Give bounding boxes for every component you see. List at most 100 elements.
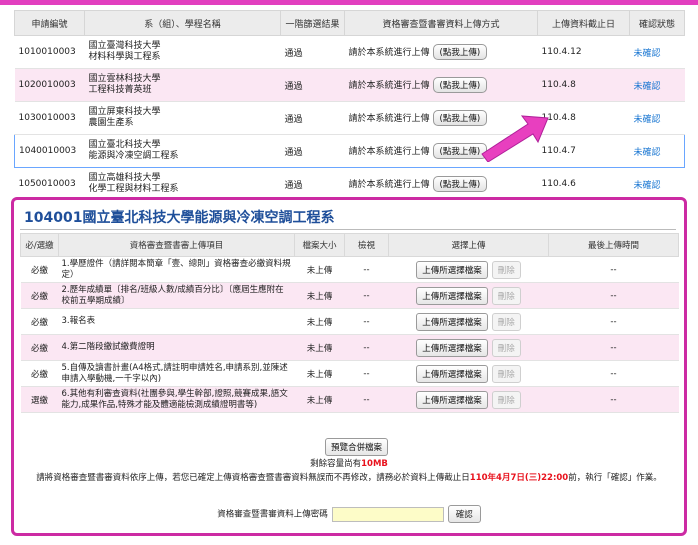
table-row: 必繳 5.自傳及讀書計畫(A4格式,請註明申請姓名,申請系別,並陳述申請入學動機… <box>20 360 679 387</box>
required-flag: 必繳 <box>20 334 59 361</box>
upload-method-cell: 請於本系統進行上傳 (點我上傳) <box>344 167 538 201</box>
col-header-method: 資格審查暨書審資料上傳方式 <box>344 10 538 36</box>
department-cell: 國立屏東科技大學 農園生產系 <box>84 101 281 135</box>
department-name: 材料科學與工程系 <box>88 52 161 62</box>
required-flag: 選繳 <box>20 386 59 413</box>
file-size: 未上傳 <box>294 308 345 335</box>
notice-text-b: 前，執行「確認」作業。 <box>568 473 662 483</box>
upload-method-text: 請於本系統進行上傳 <box>348 114 430 124</box>
upload-selected-file-button[interactable]: 上傳所選擇檔案 <box>416 286 488 305</box>
table-row-selected: 1040010003 國立臺北科技大學 能源與冷凍空調工程系 通過 請於本系統進行… <box>14 134 685 168</box>
application-id: 1010010003 <box>14 35 85 69</box>
upload-actions: 上傳所選擇檔案 刪除 <box>388 308 549 335</box>
remaining-capacity-label: 剩餘容量尚有 <box>310 459 362 469</box>
status-badge: 未確認 <box>629 134 685 168</box>
screening-result: 通過 <box>280 35 345 69</box>
panel-title: 104001國立臺北科技大學能源與冷凍空調工程系 <box>24 210 335 226</box>
upload-password-input[interactable] <box>331 506 444 522</box>
upload-link-button[interactable]: (點我上傳) <box>432 176 488 192</box>
last-upload-time: -- <box>548 334 679 361</box>
required-flag: 必繳 <box>20 308 59 335</box>
documents-header-row: 必/選繳 資格審查暨書審上傳項目 檔案大小 檢視 選擇上傳 最後上傳時間 <box>20 233 679 257</box>
screening-result: 通過 <box>280 101 345 135</box>
remaining-capacity-value: 10MB <box>361 459 388 469</box>
deadline: 110.4.8 <box>537 68 630 102</box>
upload-method-text: 請於本系統進行上傳 <box>348 147 430 157</box>
notice-deadline: 110年4月7日(三)22:00 <box>469 473 569 483</box>
screening-result: 通過 <box>280 167 345 201</box>
table-row: 1050010003 國立高雄科技大學 化學工程與材料工程系 通過 請於本系統進行… <box>14 167 685 201</box>
upload-selected-file-button[interactable]: 上傳所選擇檔案 <box>416 338 488 357</box>
upload-selected-file-button[interactable]: 上傳所選擇檔案 <box>416 260 488 279</box>
upload-selected-file-button[interactable]: 上傳所選擇檔案 <box>416 364 488 383</box>
required-flag: 必繳 <box>20 360 59 387</box>
deadline: 110.4.7 <box>537 134 630 168</box>
document-item: 5.自傳及讀書計畫(A4格式,請註明申請姓名,申請系別,並陳述申請入學動機,一千… <box>58 360 295 387</box>
view-cell: -- <box>344 334 389 361</box>
last-upload-time: -- <box>548 386 679 413</box>
view-cell: -- <box>344 308 389 335</box>
col-header-dept: 系（組）、學程名稱 <box>84 10 281 36</box>
application-id: 1030010003 <box>14 101 85 135</box>
upload-selected-file-button[interactable]: 上傳所選擇檔案 <box>416 390 488 409</box>
col-header-size: 檔案大小 <box>294 233 345 257</box>
department-cell: 國立高雄科技大學 化學工程與材料工程系 <box>84 167 281 201</box>
table-row: 必繳 1.學歷證件（請詳閱本簡章「壹、總則」資格審查必繳資料規定） 未上傳 --… <box>20 256 679 283</box>
table-row: 1010010003 國立臺灣科技大學 材料科學與工程系 通過 請於本系統進行上傳… <box>14 35 685 69</box>
department-cell: 國立臺北科技大學 能源與冷凍空調工程系 <box>84 134 281 168</box>
col-header-id: 申請編號 <box>14 10 85 36</box>
school-name: 國立高雄科技大學 <box>88 173 161 183</box>
department-name: 工程科技菁英班 <box>88 85 152 95</box>
required-flag: 必繳 <box>20 282 59 309</box>
last-upload-time: -- <box>548 360 679 387</box>
table-row: 選繳 6.其他有利審查資料(社團參與,學生幹部,證照,競賽成果,語文能力,成果作… <box>20 386 679 413</box>
screening-result: 通過 <box>280 68 345 102</box>
department-cell: 國立臺灣科技大學 材料科學與工程系 <box>84 35 281 69</box>
last-upload-time: -- <box>548 308 679 335</box>
upload-method-cell: 請於本系統進行上傳 (點我上傳) <box>344 35 538 69</box>
preview-wrapper: 預覽合併檔案 <box>325 438 389 456</box>
table-row: 必繳 3.報名表 未上傳 -- 上傳所選擇檔案 刪除 -- <box>20 308 679 335</box>
confirm-button[interactable]: 確認 <box>447 505 481 523</box>
password-row: 資格審查暨書審資料上傳密碼 確認 <box>14 505 684 523</box>
documents-table: 必/選繳 資格審查暨書審上傳項目 檔案大小 檢視 選擇上傳 最後上傳時間 必繳 … <box>20 233 679 413</box>
view-cell: -- <box>344 256 389 283</box>
upload-actions: 上傳所選擇檔案 刪除 <box>388 282 549 309</box>
delete-button[interactable]: 刪除 <box>491 364 521 383</box>
detail-panel: 104001國立臺北科技大學能源與冷凍空調工程系 必/選繳 資格審查暨書審上傳項… <box>11 197 687 536</box>
col-header-status: 確認狀態 <box>629 10 685 36</box>
application-id: 1020010003 <box>14 68 85 102</box>
delete-button[interactable]: 刪除 <box>491 390 521 409</box>
delete-button[interactable]: 刪除 <box>491 260 521 279</box>
file-size: 未上傳 <box>294 360 345 387</box>
delete-button[interactable]: 刪除 <box>491 286 521 305</box>
notice-text-a: 請將資格審查暨書審資料依序上傳，若您已確定上傳資格審查暨書審資料無誤而不再修改，… <box>36 473 470 483</box>
upload-method-text: 請於本系統進行上傳 <box>348 48 430 58</box>
password-label: 資格審查暨書審資料上傳密碼 <box>217 509 328 520</box>
delete-button[interactable]: 刪除 <box>491 338 521 357</box>
department-cell: 國立雲林科技大學 工程科技菁英班 <box>84 68 281 102</box>
upload-link-button[interactable]: (點我上傳) <box>432 77 488 93</box>
upload-method-text: 請於本系統進行上傳 <box>348 81 430 91</box>
upload-selected-file-button[interactable]: 上傳所選擇檔案 <box>416 312 488 331</box>
col-header-required: 必/選繳 <box>20 233 59 257</box>
table-row: 必繳 4.第二階段繳試繳費證明 未上傳 -- 上傳所選擇檔案 刪除 -- <box>20 334 679 361</box>
delete-button[interactable]: 刪除 <box>491 312 521 331</box>
document-item: 1.學歷證件（請詳閱本簡章「壹、總則」資格審查必繳資料規定） <box>58 256 295 283</box>
deadline: 110.4.6 <box>537 167 630 201</box>
preview-merged-file-button[interactable]: 預覽合併檔案 <box>325 438 389 456</box>
last-upload-time: -- <box>548 256 679 283</box>
upload-notice: 請將資格審查暨書審資料依序上傳，若您已確定上傳資格審查暨書審資料無誤而不再修改，… <box>22 472 676 484</box>
status-badge: 未確認 <box>629 167 685 201</box>
upload-link-button[interactable]: (點我上傳) <box>432 44 488 60</box>
file-size: 未上傳 <box>294 256 345 283</box>
application-id: 1040010003 <box>14 134 85 168</box>
status-badge: 未確認 <box>629 101 685 135</box>
applications-table: 申請編號 系（組）、學程名稱 一階篩選結果 資格審查暨書審資料上傳方式 上傳資料… <box>14 10 685 201</box>
document-item: 4.第二階段繳試繳費證明 <box>58 334 295 361</box>
upload-actions: 上傳所選擇檔案 刪除 <box>388 334 549 361</box>
school-name: 國立臺灣科技大學 <box>88 41 161 51</box>
school-name: 國立臺北科技大學 <box>88 140 161 150</box>
view-cell: -- <box>344 360 389 387</box>
table-row: 1020010003 國立雲林科技大學 工程科技菁英班 通過 請於本系統進行上傳(… <box>14 68 685 102</box>
